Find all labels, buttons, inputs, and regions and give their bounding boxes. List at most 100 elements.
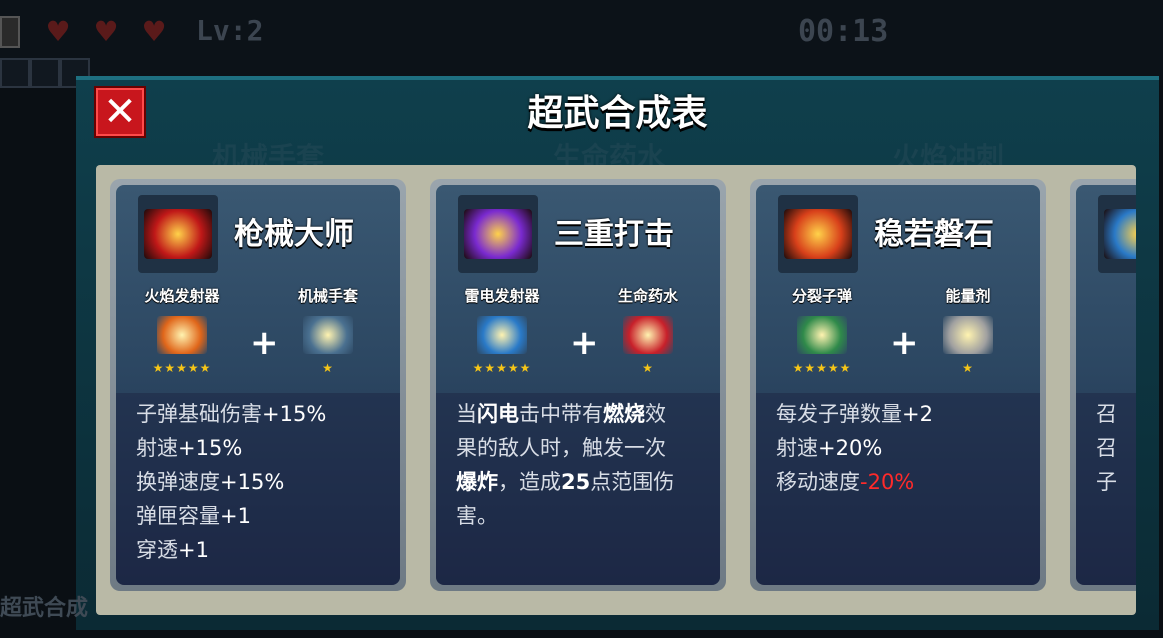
weapon-icon-frame bbox=[138, 195, 218, 273]
energy-syringe-icon bbox=[943, 316, 993, 354]
recipe-card[interactable]: 稳若磐石 分裂子弹 ★★★★★ 能量剂 ★ + 每发子弹数量+2 射速+20% 移动速度-20% bbox=[750, 179, 1046, 591]
effect-text: 爆炸 bbox=[456, 470, 498, 494]
heart-icon: ♥ bbox=[93, 15, 119, 48]
ingredient-right: 机械手套 ★ bbox=[268, 285, 388, 374]
rarity-stars: ★ bbox=[322, 361, 334, 375]
recipe-card[interactable]: 三重打击雷电发射器 ★★★★★ 生命药水 ★ + 当闪电击中带有燃烧效果的敌人时，触发一次… bbox=[430, 179, 726, 591]
effect-line: 害。 bbox=[456, 499, 498, 533]
recipe-card-body: 稳若磐石 分裂子弹 ★★★★★ 能量剂 ★ + 每发子弹数量+2 射速+20% 移动速度-20% bbox=[756, 185, 1040, 585]
effect-text: 射速 bbox=[776, 436, 818, 460]
effect-description: 子弹基础伤害+15% 射速+15% 换弹速度+15% 弹匣容量+1 穿透+1 bbox=[116, 393, 400, 581]
recipe-list[interactable]: 枪械大师 火焰发射器 ★★★★★ 机械手套 ★ + 子弹基础伤害+15% 射速+15% 换弹速度… bbox=[96, 165, 1136, 615]
effect-text: 闪电 bbox=[477, 402, 519, 426]
effect-line: 子弹基础伤害+15% bbox=[136, 397, 326, 431]
ingredient-name: 能量剂 bbox=[945, 287, 991, 305]
inventory-slot bbox=[0, 58, 30, 88]
modal-title: 超武合成表 bbox=[527, 93, 708, 134]
effect-line: 爆炸，造成25点范围伤 bbox=[456, 465, 674, 499]
recipe-card[interactable]: 召召子 bbox=[1070, 179, 1136, 591]
weapon-icon-frame bbox=[458, 195, 538, 273]
effect-text: +2 bbox=[902, 402, 933, 426]
effect-text: 燃烧 bbox=[603, 402, 645, 426]
rarity-stars: ★★★★★ bbox=[792, 361, 852, 375]
mech-glove-icon bbox=[303, 316, 353, 354]
effect-text: 果的敌人时，触发一次 bbox=[456, 436, 666, 460]
ingredient-left: 分裂子弹 ★★★★★ bbox=[762, 285, 882, 374]
effect-line: 果的敌人时，触发一次 bbox=[456, 431, 666, 465]
heart-icon: ♥ bbox=[45, 15, 71, 48]
level-label: Lv:2 bbox=[196, 14, 264, 47]
steady-rock-icon bbox=[784, 209, 852, 259]
effect-line: 当闪电击中带有燃烧效 bbox=[456, 397, 666, 431]
recipe-card[interactable]: 枪械大师 火焰发射器 ★★★★★ 机械手套 ★ + 子弹基础伤害+15% 射速+15% 换弹速度… bbox=[110, 179, 406, 591]
effect-line: 召 bbox=[1096, 397, 1117, 431]
ingredient-name: 生命药水 bbox=[617, 287, 678, 305]
plus-icon: + bbox=[570, 323, 599, 363]
ingredient-name: 机械手套 bbox=[297, 287, 358, 305]
effect-text: 射速 bbox=[136, 436, 178, 460]
timer: 00:13 bbox=[798, 14, 889, 49]
plus-icon: + bbox=[890, 323, 919, 363]
rarity-stars: ★ bbox=[962, 361, 974, 375]
effect-text: +1 bbox=[220, 504, 251, 528]
effect-text: 移动速度 bbox=[776, 470, 860, 494]
effect-text: 击中带有 bbox=[519, 402, 603, 426]
ingredient-right: 生命药水 ★ bbox=[588, 285, 708, 374]
ingredient-left: 火焰发射器 ★★★★★ bbox=[122, 285, 242, 374]
effect-text: 子 bbox=[1096, 470, 1117, 494]
effect-line: 每发子弹数量+2 bbox=[776, 397, 933, 431]
ingredient-name: 分裂子弹 bbox=[791, 287, 852, 305]
effect-text: 25 bbox=[561, 470, 591, 494]
thunder-emitter-icon bbox=[477, 316, 527, 354]
effect-text: 换弹速度 bbox=[136, 470, 220, 494]
effect-description: 当闪电击中带有燃烧效 果的敌人时，触发一次 爆炸，造成25点范围伤 害。 bbox=[436, 393, 720, 581]
effect-text: -20% bbox=[860, 470, 915, 494]
effect-text: +15% bbox=[262, 402, 327, 426]
effect-text: +1 bbox=[178, 538, 209, 562]
summon-icon bbox=[1104, 209, 1136, 259]
effect-line: 换弹速度+15% bbox=[136, 465, 284, 499]
heart-icon: ♥ bbox=[141, 15, 167, 48]
effect-text: +15% bbox=[220, 470, 285, 494]
recipe-card-body: 三重打击雷电发射器 ★★★★★ 生命药水 ★ + 当闪电击中带有燃烧效果的敌人时，触发一次… bbox=[436, 185, 720, 585]
weapon-icon-frame bbox=[778, 195, 858, 273]
ingredient-right: 能量剂 ★ bbox=[908, 285, 1028, 374]
effect-text: 召 bbox=[1096, 402, 1117, 426]
effect-line: 召 bbox=[1096, 431, 1117, 465]
effect-text: ，造成 bbox=[498, 470, 561, 494]
plus-icon: + bbox=[250, 323, 279, 363]
effect-line: 子 bbox=[1096, 465, 1117, 499]
effect-line: 射速+20% bbox=[776, 431, 882, 465]
split-bullet-icon bbox=[797, 316, 847, 354]
pause-icon[interactable] bbox=[0, 16, 20, 48]
ingredient-name: 火焰发射器 bbox=[144, 287, 220, 305]
rarity-stars: ★★★★★ bbox=[152, 361, 212, 375]
effect-description: 每发子弹数量+2 射速+20% 移动速度-20% bbox=[756, 393, 1040, 581]
health-potion-icon bbox=[623, 316, 673, 354]
weapon-icon-frame bbox=[1098, 195, 1136, 273]
effect-text: 每发子弹数量 bbox=[776, 402, 902, 426]
effect-text: 效 bbox=[645, 402, 666, 426]
effect-text: 穿透 bbox=[136, 538, 178, 562]
effect-text: 害。 bbox=[456, 504, 498, 528]
effect-description: 召召子 bbox=[1076, 393, 1136, 581]
gun-master-icon bbox=[144, 209, 212, 259]
rarity-stars: ★★★★★ bbox=[472, 361, 532, 375]
super-weapon-name: 三重打击 bbox=[554, 217, 674, 252]
effect-line: 弹匣容量+1 bbox=[136, 499, 251, 533]
recipe-card-body: 枪械大师 火焰发射器 ★★★★★ 机械手套 ★ + 子弹基础伤害+15% 射速+15% 换弹速度… bbox=[116, 185, 400, 585]
effect-text: +15% bbox=[178, 436, 243, 460]
ingredient-name: 雷电发射器 bbox=[464, 287, 540, 305]
recipe-card-body: 召召子 bbox=[1076, 185, 1136, 585]
effect-text: 点范围伤 bbox=[590, 470, 675, 494]
inventory-slot bbox=[30, 58, 60, 88]
effect-line: 移动速度-20% bbox=[776, 465, 914, 499]
effect-line: 射速+15% bbox=[136, 431, 242, 465]
triple-strike-icon bbox=[464, 209, 532, 259]
effect-text: 子弹基础伤害 bbox=[136, 402, 262, 426]
flamethrower-icon bbox=[157, 316, 207, 354]
effect-text: +20% bbox=[818, 436, 883, 460]
effect-text: 当 bbox=[456, 402, 477, 426]
game-hud: ♥ ♥ ♥ Lv:2 00:13 bbox=[0, 0, 1163, 88]
rarity-stars: ★ bbox=[642, 361, 654, 375]
